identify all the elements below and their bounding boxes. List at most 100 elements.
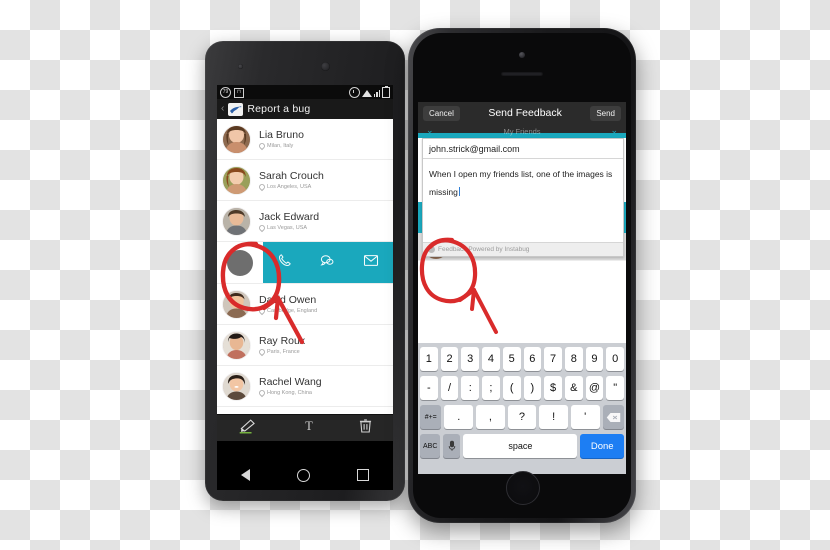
key-apostrophe[interactable]: ' xyxy=(570,405,600,429)
key-7[interactable]: 7 xyxy=(544,347,562,371)
key-4[interactable]: 4 xyxy=(482,347,500,371)
avatar xyxy=(223,290,250,318)
key-5[interactable]: 5 xyxy=(502,347,521,371)
contact-location: Hong Kong, China xyxy=(267,389,312,396)
keyboard-row-bottom: ABC space Done xyxy=(420,434,624,458)
location-pin-icon xyxy=(257,347,267,356)
instabug-icon xyxy=(428,246,435,253)
feedback-dialog: john.strick@gmail.com When I open my fri… xyxy=(422,138,624,257)
contact-location-row: Milan, Italy xyxy=(257,141,304,150)
underlying-header-title: My Friends xyxy=(503,126,541,136)
key-paren-open[interactable]: ( xyxy=(502,376,521,400)
cancel-button[interactable]: Cancel xyxy=(423,105,460,121)
avatar xyxy=(223,372,250,400)
annotation-toolbar[interactable]: T xyxy=(217,414,393,441)
android-contact-list[interactable]: Lia Bruno Milan, Italy Sarah Crouch Los … xyxy=(217,119,393,414)
key-dollar[interactable]: $ xyxy=(544,376,562,400)
key-0[interactable]: 0 xyxy=(606,347,625,371)
ios-keyboard[interactable]: 1 2 3 4 5 6 7 8 9 0 - / : ; () $ & @ " … xyxy=(418,343,626,474)
android-screen: 79 ⊓ ‹ Report a bug Lia Bruno Milan, Ita… xyxy=(217,85,393,460)
key-2[interactable]: 2 xyxy=(440,347,459,371)
wifi-icon xyxy=(361,90,372,97)
avatar xyxy=(223,331,250,359)
text-caret xyxy=(458,187,460,196)
mail-icon[interactable] xyxy=(363,254,379,272)
key-8[interactable]: 8 xyxy=(564,347,583,371)
home-nav-icon[interactable] xyxy=(296,468,310,482)
android-top-bezel xyxy=(205,41,405,85)
key-quote[interactable]: " xyxy=(606,376,625,400)
contact-location: Milan, Italy xyxy=(267,142,294,149)
key-hyphen[interactable]: - xyxy=(419,376,438,400)
email-field[interactable]: john.strick@gmail.com xyxy=(423,139,623,159)
text-tool-icon[interactable]: T xyxy=(302,418,316,438)
feedback-footer-text: Feedback Powered by Instabug xyxy=(438,246,530,253)
keyboard-row-numbers: 1 2 3 4 5 6 7 8 9 0 xyxy=(419,347,625,371)
missing-image-placeholder xyxy=(227,249,253,276)
list-item[interactable]: Ray Roux Paris, France xyxy=(217,325,393,366)
iphone-device: Cancel Send Feedback Send ⌄ My Friends ⌄ xyxy=(408,28,636,523)
contact-action-strip[interactable] xyxy=(217,242,393,284)
key-done[interactable]: Done xyxy=(580,434,624,458)
key-slash[interactable]: / xyxy=(440,376,459,400)
trash-tool-icon[interactable] xyxy=(359,418,372,438)
iphone-home-button[interactable] xyxy=(506,471,540,505)
screenshot-stage: 79 ⊓ ‹ Report a bug Lia Bruno Milan, Ita… xyxy=(0,0,830,550)
signal-icon xyxy=(373,89,380,97)
page-title: Report a bug xyxy=(247,103,311,115)
chat-icon[interactable] xyxy=(319,253,335,273)
key-paren-close[interactable]: ) xyxy=(523,376,542,400)
feedback-message-field[interactable]: When I open my friends list, one of the … xyxy=(423,159,623,243)
key-space[interactable]: space xyxy=(463,434,578,458)
key-period[interactable]: . xyxy=(444,405,474,429)
battery-icon xyxy=(382,86,390,98)
key-at[interactable]: @ xyxy=(585,376,604,400)
key-symbols-toggle[interactable]: #+= xyxy=(420,405,442,429)
contact-name: Rachel Wang xyxy=(259,375,322,388)
contact-location-row: Hong Kong, China xyxy=(257,388,322,397)
android-app-bar: ‹ Report a bug xyxy=(217,99,393,119)
pen-tool-icon[interactable] xyxy=(238,418,260,439)
quick-actions[interactable] xyxy=(263,242,393,283)
list-item[interactable]: Jack Edward Las Vegas, USA xyxy=(217,201,393,242)
key-9[interactable]: 9 xyxy=(585,347,604,371)
alarm-clock-icon xyxy=(348,87,360,98)
iphone-earpiece-speaker xyxy=(501,72,543,76)
location-pin-icon xyxy=(257,182,267,191)
list-item[interactable]: Lia Bruno Milan, Italy xyxy=(217,119,393,160)
send-button[interactable]: Send xyxy=(590,105,621,121)
key-3[interactable]: 3 xyxy=(461,347,480,371)
delete-icon[interactable] xyxy=(602,405,624,429)
key-comma[interactable]: , xyxy=(476,405,505,429)
location-pin-icon xyxy=(257,223,267,232)
key-ampersand[interactable]: & xyxy=(564,376,583,400)
iphone-screen: Cancel Send Feedback Send ⌄ My Friends ⌄ xyxy=(418,102,626,474)
contact-location: Cambridge, England xyxy=(267,307,318,314)
phone-icon[interactable] xyxy=(277,253,292,273)
svg-text:T: T xyxy=(306,419,314,433)
back-button[interactable]: ‹ xyxy=(221,104,224,114)
list-item[interactable]: Rachel Wang Hong Kong, China xyxy=(217,366,393,407)
avatar xyxy=(223,166,250,194)
recents-nav-icon[interactable] xyxy=(357,469,370,481)
back-nav-icon[interactable] xyxy=(240,469,250,481)
android-front-camera-icon xyxy=(321,62,330,71)
key-exclamation[interactable]: ! xyxy=(539,405,568,429)
list-item[interactable]: David Owen Cambridge, England xyxy=(217,284,393,325)
key-abc-toggle[interactable]: ABC xyxy=(420,434,441,458)
feedback-footer: Feedback Powered by Instabug xyxy=(423,243,623,256)
key-semicolon[interactable]: ; xyxy=(482,376,500,400)
key-1[interactable]: 1 xyxy=(419,347,438,371)
key-colon[interactable]: : xyxy=(461,376,480,400)
avatar xyxy=(223,125,250,153)
contact-name: Sarah Crouch xyxy=(259,169,324,182)
contact-name: Ray Roux xyxy=(259,334,306,347)
key-question[interactable]: ? xyxy=(507,405,537,429)
keyboard-row-symbols: - / : ; ( ) $ & @ " xyxy=(419,376,625,400)
list-item[interactable]: Sarah Crouch Los Angeles, USA xyxy=(217,160,393,201)
iphone-front-camera-icon xyxy=(519,52,525,58)
avatar-placeholder xyxy=(217,242,263,283)
microphone-icon[interactable] xyxy=(443,434,461,458)
key-6[interactable]: 6 xyxy=(523,347,542,371)
android-navigation-bar[interactable] xyxy=(217,460,393,490)
